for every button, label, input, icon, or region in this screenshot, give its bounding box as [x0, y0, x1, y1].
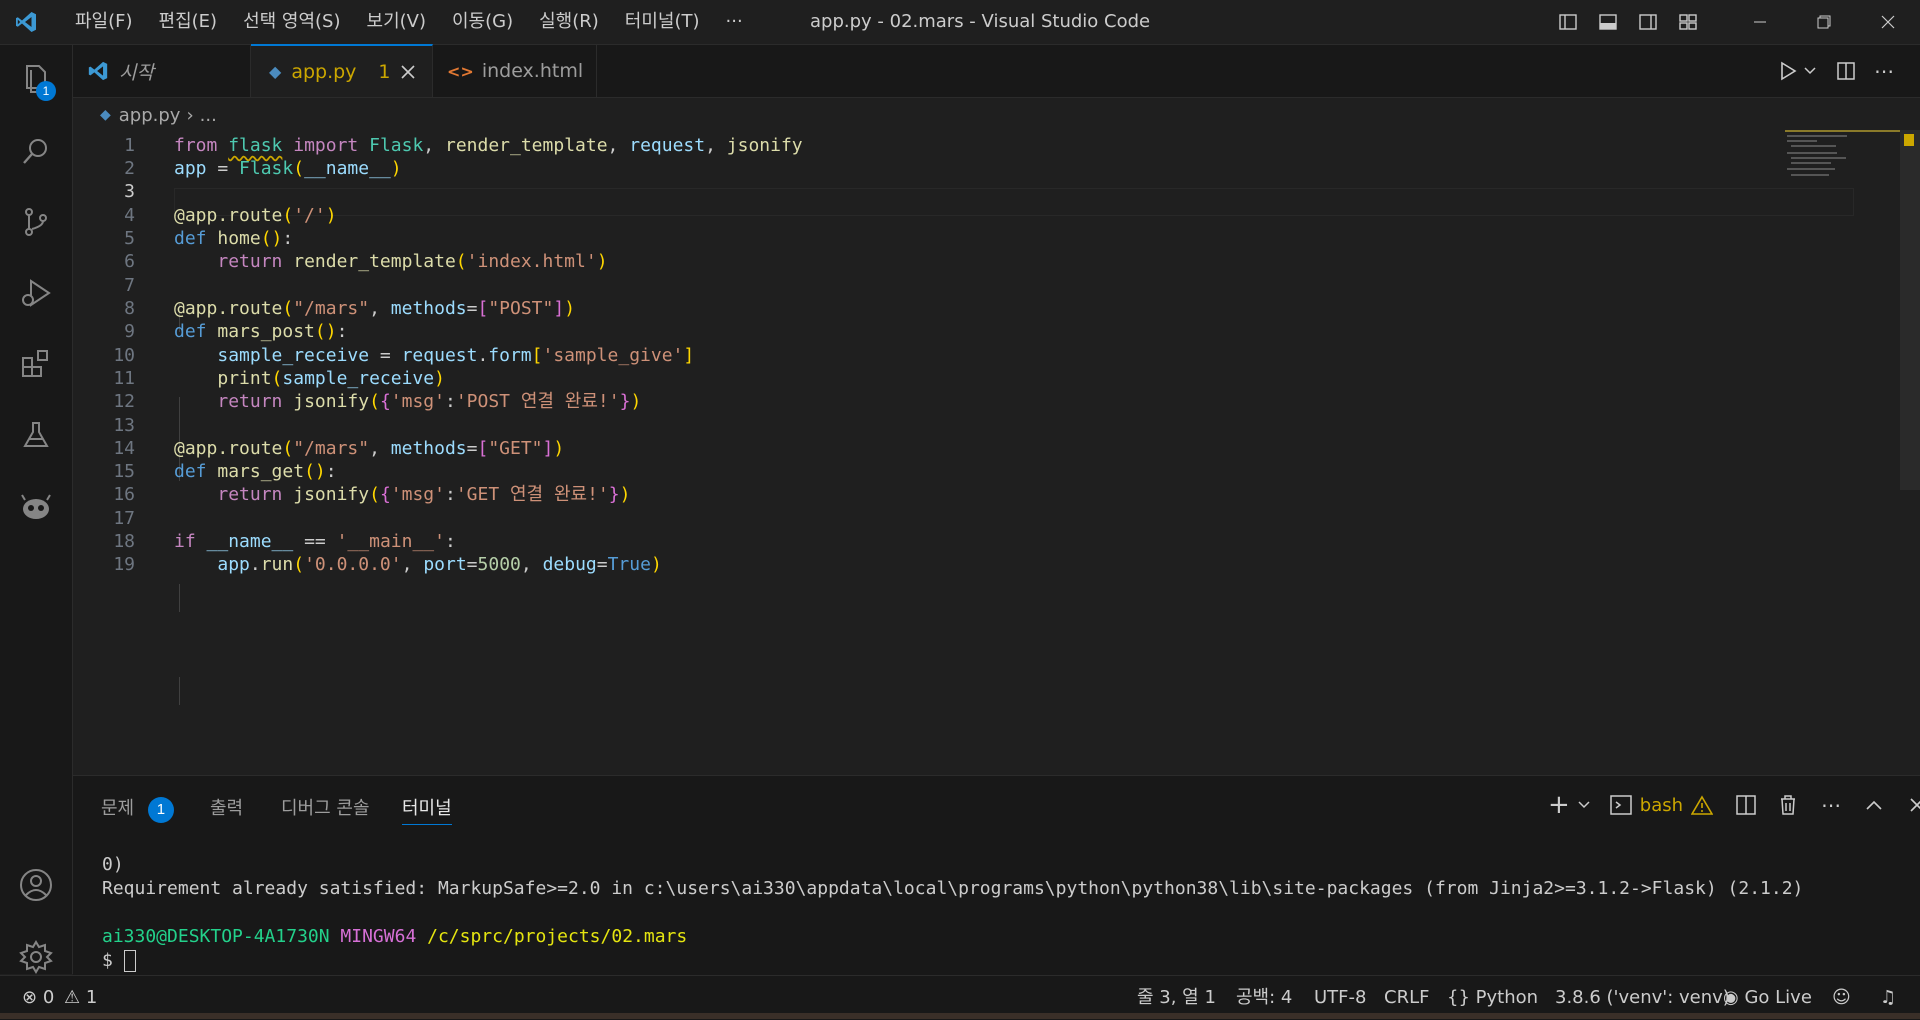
menu-file[interactable]: 파일(F): [62, 0, 146, 44]
indent-guide: [179, 677, 180, 705]
minimap[interactable]: [1785, 130, 1900, 180]
more-actions-icon[interactable]: ⋯: [1870, 57, 1898, 85]
tab-label: app.py: [291, 60, 357, 83]
vscode-logo-icon: [16, 12, 36, 32]
prompt-symbol: $: [102, 950, 113, 971]
menu-bar: 파일(F) 편집(E) 선택 영역(S) 보기(V) 이동(G) 실행(R) 터…: [62, 0, 756, 44]
menu-run[interactable]: 실행(R): [526, 0, 612, 44]
problems-badge: 1: [147, 797, 174, 823]
error-icon: ⊗: [22, 987, 38, 1008]
warning-icon: [1691, 795, 1714, 815]
run-python-file-icon[interactable]: [1774, 57, 1802, 85]
vscode-icon: [88, 61, 108, 81]
more-actions-icon[interactable]: ⋯: [1821, 793, 1841, 817]
prompt-env: MINGW64: [340, 926, 417, 947]
restore-button[interactable]: [1792, 0, 1856, 44]
split-editor-icon[interactable]: [1832, 57, 1860, 85]
chevron-down-icon[interactable]: [1578, 801, 1590, 809]
activity-bar: 1: [0, 45, 73, 974]
tab-label: index.html: [481, 60, 584, 82]
indent-guide: [179, 584, 180, 612]
cursor: [123, 950, 136, 972]
broadcast-icon: ◉: [1723, 987, 1739, 1008]
terminal-output-line: 0): [102, 854, 124, 875]
tab-welcome[interactable]: 시작: [73, 45, 251, 97]
terminal-shell-icon: [1610, 795, 1632, 815]
toggle-panel-icon[interactable]: [1588, 0, 1628, 44]
warning-marker: [1904, 134, 1914, 146]
terminal-toolbar: + bash ⋯: [1548, 790, 1920, 820]
close-icon[interactable]: [400, 64, 415, 79]
settings-gear-icon[interactable]: [14, 935, 58, 979]
maximize-panel-chevron-up-icon[interactable]: [1865, 799, 1883, 811]
accounts-icon[interactable]: [14, 863, 58, 907]
tab-label: 시작: [119, 61, 154, 84]
menu-edit[interactable]: 편집(E): [146, 0, 231, 44]
menu-go[interactable]: 이동(G): [439, 0, 526, 44]
terminal-input-line[interactable]: $: [102, 950, 136, 972]
run-debug-icon[interactable]: [14, 271, 58, 315]
search-icon[interactable]: [14, 129, 58, 173]
tab-terminal[interactable]: 터미널: [402, 794, 452, 825]
toggle-secondary-sidebar-icon[interactable]: [1628, 0, 1668, 44]
trash-icon[interactable]: [1777, 794, 1799, 816]
html-icon: <>: [447, 61, 474, 81]
python-icon: ◆: [100, 107, 111, 123]
problems-count: 1: [378, 60, 391, 83]
tab-index-html[interactable]: <> index.html: [433, 45, 597, 97]
prompt-path: /c/sprc/projects/02.mars: [427, 926, 688, 947]
language-label: Python: [1475, 987, 1539, 1008]
code-editor[interactable]: 1 from flask import Flask, render_templat…: [73, 132, 1920, 774]
desktop-taskbar-edge: [0, 1013, 1920, 1019]
toggle-sidebar-icon[interactable]: [1548, 0, 1588, 44]
title-bar: 파일(F) 편집(E) 선택 영역(S) 보기(V) 이동(G) 실행(R) 터…: [0, 0, 1920, 45]
testing-icon[interactable]: [14, 413, 58, 457]
go-live-label: Go Live: [1744, 987, 1812, 1008]
close-window-button[interactable]: [1856, 0, 1920, 44]
new-terminal-plus-icon[interactable]: +: [1548, 792, 1570, 818]
menu-more[interactable]: ···: [713, 0, 756, 44]
extensions-icon[interactable]: [14, 342, 58, 386]
terminal-shell-name[interactable]: bash: [1640, 795, 1683, 816]
terminal-prompt: ai330@DESKTOP-4A1730N MINGW64 /c/sprc/pr…: [102, 926, 687, 947]
editor-tab-bar: 시작 ◆ app.py 1 <> index.html ⋯: [73, 44, 1920, 98]
line-number: 19: [113, 554, 135, 575]
close-panel-icon[interactable]: [1909, 797, 1920, 813]
prompt-user: ai330@DESKTOP-4A1730N: [102, 926, 330, 947]
window-controls: [1548, 0, 1920, 44]
split-terminal-icon[interactable]: [1735, 794, 1757, 816]
error-count: 0: [42, 987, 55, 1008]
bottom-panel: 문제 1 출력 디버그 콘솔 터미널 + bash ⋯ 0) Requireme…: [73, 775, 1920, 976]
breadcrumb-symbol[interactable]: ...: [200, 105, 217, 126]
chevron-right-icon: ›: [186, 104, 194, 126]
tab-output[interactable]: 출력: [210, 794, 243, 824]
breadcrumb: ◆ app.py › ...: [100, 98, 217, 132]
tab-label: 문제: [101, 798, 135, 819]
copilot-icon[interactable]: [14, 485, 58, 529]
minimize-button[interactable]: [1728, 0, 1792, 44]
customize-layout-icon[interactable]: [1668, 0, 1708, 44]
breadcrumb-file[interactable]: app.py: [119, 105, 181, 126]
tab-debug-console[interactable]: 디버그 콘솔: [281, 794, 370, 824]
warning-count: 1: [85, 987, 98, 1008]
run-dropdown-chevron-icon[interactable]: [1804, 57, 1824, 85]
python-icon: ◆: [269, 62, 282, 81]
menu-terminal[interactable]: 터미널(T): [612, 0, 713, 44]
source-control-icon[interactable]: [14, 200, 58, 244]
tab-app-py[interactable]: ◆ app.py 1: [251, 44, 433, 97]
window-title: app.py - 02.mars - Visual Studio Code: [810, 11, 1151, 32]
editor-scrollbar[interactable]: [1900, 130, 1920, 490]
menu-view[interactable]: 보기(V): [354, 0, 439, 44]
code-line: 19 app.run('0.0.0.0', port=5000, debug=T…: [73, 551, 1773, 579]
menu-selection[interactable]: 선택 영역(S): [230, 0, 353, 44]
warning-icon: ⚠: [64, 987, 81, 1008]
explorer-icon[interactable]: 1: [14, 57, 58, 101]
braces-icon: {}: [1447, 987, 1470, 1008]
explorer-badge: 1: [36, 81, 56, 101]
terminal-output-line: Requirement already satisfied: MarkupSaf…: [102, 878, 1804, 899]
tab-problems[interactable]: 문제 1: [101, 794, 174, 824]
